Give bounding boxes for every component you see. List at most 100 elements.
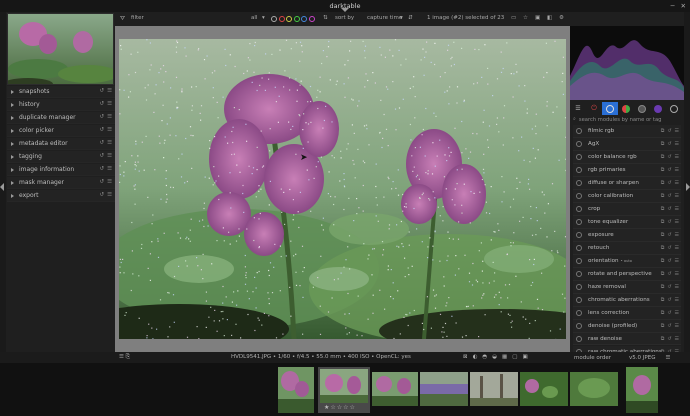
reset-icon[interactable]: ↺ bbox=[99, 88, 104, 94]
module-tone-equalizer[interactable]: tone equalizer ⧉ ↺ ☰ bbox=[573, 216, 681, 229]
module-enable-icon[interactable] bbox=[576, 310, 582, 316]
multi-instance-icon[interactable]: ⧉ bbox=[661, 297, 665, 303]
presets-icon[interactable]: ☰ bbox=[675, 232, 679, 238]
presets-icon[interactable]: ☰ bbox=[665, 355, 670, 361]
reset-icon[interactable]: ↺ bbox=[99, 114, 104, 120]
presets-icon[interactable]: ☰ bbox=[675, 193, 679, 199]
presets-icon[interactable]: ☰ bbox=[675, 271, 679, 277]
color-filter-yellow-icon[interactable] bbox=[286, 16, 292, 22]
multi-instance-icon[interactable]: ⧉ bbox=[661, 180, 665, 186]
reset-icon[interactable]: ↺ bbox=[99, 153, 104, 159]
left-module-metadata-editor[interactable]: metadata editor ↺ ☰ bbox=[7, 138, 115, 150]
filter-icon[interactable]: ⛛ bbox=[120, 15, 125, 23]
multi-instance-icon[interactable]: ⧉ bbox=[661, 154, 665, 160]
reset-icon[interactable]: ↺ bbox=[99, 166, 104, 172]
module-enable-icon[interactable] bbox=[576, 245, 582, 251]
presets-icon[interactable]: ☰ bbox=[107, 166, 112, 172]
color-filter-purple-icon[interactable] bbox=[308, 16, 315, 22]
presets-icon[interactable]: ☰ bbox=[107, 101, 112, 107]
filmstrip-thumb[interactable] bbox=[278, 367, 314, 413]
presets-icon[interactable]: ☰ bbox=[675, 167, 679, 173]
module-enable-icon[interactable] bbox=[576, 154, 582, 160]
reset-icon[interactable]: ↺ bbox=[99, 127, 104, 133]
presets-icon[interactable]: ☰ bbox=[107, 88, 112, 94]
presets-icon[interactable]: ☰ bbox=[675, 219, 679, 225]
thumb-rating-stars[interactable]: ★☆☆☆☆ bbox=[324, 404, 356, 411]
multi-instance-icon[interactable]: ⧉ bbox=[661, 206, 665, 212]
second-window-icon[interactable]: ▢ bbox=[512, 354, 517, 360]
tab-color[interactable] bbox=[634, 102, 650, 115]
reset-icon[interactable]: ↺ bbox=[667, 245, 671, 251]
module-orientation[interactable]: orientation • auto ⧉ ↺ ☰ bbox=[573, 255, 681, 268]
multi-instance-icon[interactable]: ⧉ bbox=[661, 167, 665, 173]
presets-icon[interactable]: ☰ bbox=[675, 245, 679, 251]
filmstrip-thumb[interactable] bbox=[372, 372, 418, 406]
module-enable-icon[interactable] bbox=[576, 128, 582, 134]
reset-icon[interactable]: ↺ bbox=[667, 167, 671, 173]
left-module-image-information[interactable]: image information ↺ ☰ bbox=[7, 164, 115, 176]
reset-icon[interactable]: ↺ bbox=[99, 140, 104, 146]
left-panel-collapse-icon[interactable] bbox=[0, 183, 4, 191]
multi-instance-icon[interactable]: ⧉ bbox=[661, 141, 665, 147]
module-crop[interactable]: crop ⧉ ↺ ☰ bbox=[573, 203, 681, 216]
reset-icon[interactable]: ↺ bbox=[99, 101, 104, 107]
multi-instance-icon[interactable]: ⧉ bbox=[661, 323, 665, 329]
reset-icon[interactable]: ↺ bbox=[667, 336, 671, 342]
module-enable-icon[interactable] bbox=[576, 271, 582, 277]
color-filter-all-icon[interactable] bbox=[271, 16, 277, 22]
reset-icon[interactable]: ↺ bbox=[667, 258, 671, 264]
reset-icon[interactable]: ↺ bbox=[667, 128, 671, 134]
multi-instance-icon[interactable]: ⧉ bbox=[661, 271, 665, 277]
filmstrip-thumb[interactable] bbox=[570, 372, 618, 406]
filmstrip-thumb[interactable] bbox=[420, 372, 468, 406]
multi-instance-icon[interactable]: ⧉ bbox=[661, 284, 665, 290]
guides-icon[interactable]: ▦ bbox=[502, 354, 507, 360]
presets-icon[interactable]: ☰ bbox=[675, 206, 679, 212]
presets-icon[interactable]: ☰ bbox=[107, 140, 112, 146]
focus-peaking-icon[interactable]: ▣ bbox=[535, 15, 540, 21]
color-filter-blue-icon[interactable] bbox=[301, 16, 307, 22]
tab-quick-access[interactable]: ☰ bbox=[570, 102, 586, 115]
color-assessment-icon[interactable]: ◧ bbox=[547, 15, 552, 21]
multi-instance-icon[interactable]: ⧉ bbox=[661, 258, 665, 264]
left-module-history[interactable]: history ↺ ☰ bbox=[7, 99, 115, 111]
module-enable-icon[interactable] bbox=[576, 219, 582, 225]
left-module-tagging[interactable]: tagging ↺ ☰ bbox=[7, 151, 115, 163]
presets-icon[interactable]: ☰ bbox=[107, 179, 112, 185]
left-module-snapshots[interactable]: snapshots ↺ ☰ bbox=[7, 86, 115, 98]
raw-overexposed-icon[interactable]: ⊠ bbox=[463, 354, 468, 360]
module-enable-icon[interactable] bbox=[576, 141, 582, 147]
reset-icon[interactable]: ↺ bbox=[99, 192, 104, 198]
module-enable-icon[interactable] bbox=[576, 323, 582, 329]
color-label-filter[interactable] bbox=[271, 16, 316, 23]
reset-icon[interactable]: ↺ bbox=[667, 271, 671, 277]
module-diffuse-or-sharpen[interactable]: diffuse or sharpen ⧉ ↺ ☰ bbox=[573, 177, 681, 190]
tab-effect[interactable] bbox=[666, 102, 682, 115]
sort-direction-icon[interactable]: ⇅ bbox=[323, 15, 328, 21]
presets-icon[interactable]: ☰ bbox=[675, 180, 679, 186]
filter-label[interactable]: filter bbox=[131, 15, 144, 21]
focus-icon[interactable]: ▣ bbox=[522, 354, 527, 360]
module-enable-icon[interactable] bbox=[576, 167, 582, 173]
multi-instance-icon[interactable]: ⧉ bbox=[661, 310, 665, 316]
module-exposure[interactable]: exposure ⧉ ↺ ☰ bbox=[573, 229, 681, 242]
histogram[interactable] bbox=[570, 26, 684, 100]
image-preview[interactable] bbox=[119, 39, 566, 339]
reset-icon[interactable]: ↺ bbox=[667, 219, 671, 225]
reset-icon[interactable]: ↺ bbox=[667, 323, 671, 329]
presets-icon[interactable]: ☰ bbox=[107, 127, 112, 133]
filmstrip-thumb[interactable] bbox=[626, 367, 658, 413]
module-haze-removal[interactable]: haze removal ⧉ ↺ ☰ bbox=[573, 281, 681, 294]
module-rgb-primaries[interactable]: rgb primaries ⧉ ↺ ☰ bbox=[573, 164, 681, 177]
filmstrip-thumb[interactable] bbox=[470, 372, 518, 406]
reset-icon[interactable]: ↺ bbox=[667, 193, 671, 199]
left-module-mask-manager[interactable]: mask manager ↺ ☰ bbox=[7, 177, 115, 189]
presets-icon[interactable]: ☰ bbox=[107, 192, 112, 198]
multi-instance-icon[interactable]: ⧉ bbox=[661, 128, 665, 134]
module-filmic-rgb[interactable]: filmic rgb ⧉ ↺ ☰ bbox=[573, 125, 681, 138]
sort-order-icon[interactable]: ⇵ bbox=[408, 15, 413, 21]
module-enable-icon[interactable] bbox=[576, 335, 582, 342]
module-enable-icon[interactable] bbox=[576, 193, 582, 199]
color-filter-green-icon[interactable] bbox=[293, 16, 300, 22]
module-denoise-profiled[interactable]: denoise (profiled) ⧉ ↺ ☰ bbox=[573, 320, 681, 333]
